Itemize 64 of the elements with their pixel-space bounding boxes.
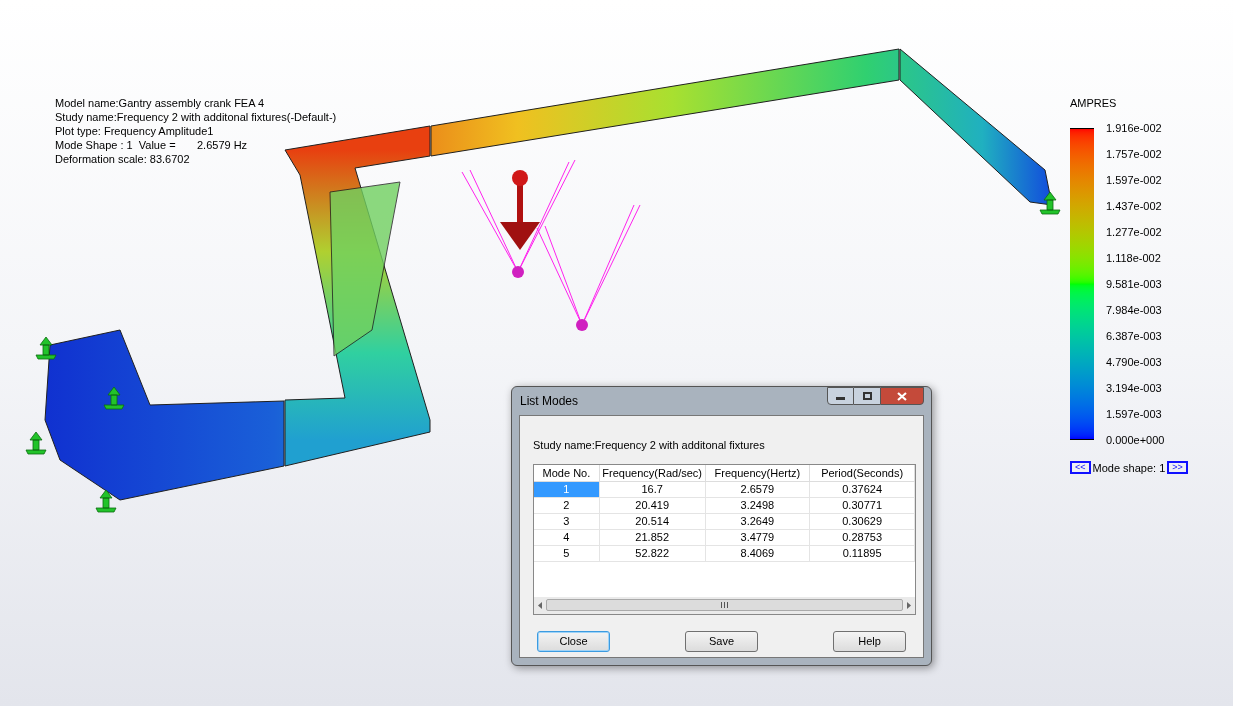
table-cell: 0.28753 xyxy=(810,529,915,545)
table-cell: 4 xyxy=(534,529,600,545)
column-header[interactable]: Period(Seconds) xyxy=(810,464,915,481)
legend-value: 1.118e-002 xyxy=(1106,251,1162,264)
legend-value: 7.984e-003 xyxy=(1106,303,1163,316)
plot-info-text: Model name:Gantry assembly crank FEA 4 xyxy=(55,96,266,110)
plot-info-text: Study name:Frequency 2 with additonal fixtures(-Default-) xyxy=(55,110,337,124)
plot-info-text: Deformation scale: 83.6702 xyxy=(55,152,191,166)
dialog-title: List Modes xyxy=(520,393,580,410)
table-cell: 0.11895 xyxy=(810,545,915,561)
legend-value: 0.000e+000 xyxy=(1106,433,1165,446)
table-row[interactable]: 2 20.419 3.2498 0.30771 xyxy=(534,497,915,514)
plot-info-text: Mode Shape : 1 Value = 2.6579 Hz xyxy=(55,138,249,152)
legend-value: 1.437e-002 xyxy=(1106,199,1163,212)
legend-value: 1.916e-002 xyxy=(1106,121,1163,134)
legend-value: 1.597e-002 xyxy=(1106,173,1163,186)
column-header[interactable]: Mode No. xyxy=(534,464,600,481)
table-cell: 0.30629 xyxy=(810,513,915,529)
column-header[interactable]: Frequency(Hertz) xyxy=(705,464,811,481)
table-row[interactable]: 4 21.852 3.4779 0.28753 xyxy=(534,529,915,546)
table-cell: 3 xyxy=(534,513,600,529)
table-row[interactable]: 1 16.7 2.6579 0.37624 xyxy=(534,481,915,498)
maximize-button[interactable] xyxy=(854,387,880,405)
table-cell: 2 xyxy=(534,497,600,513)
dialog-button[interactable]: Help xyxy=(833,630,906,652)
table-row[interactable]: 5 52.822 8.4069 0.11895 xyxy=(534,545,915,562)
table-cell: 0.37624 xyxy=(810,481,915,497)
dialog-button[interactable]: Save xyxy=(685,630,758,652)
table-cell: 20.419 xyxy=(599,497,706,513)
close-icon xyxy=(897,391,907,401)
legend-value: 1.597e-003 xyxy=(1106,407,1163,420)
legend-value: 3.194e-003 xyxy=(1106,381,1163,394)
table-cell: 3.2498 xyxy=(705,497,811,513)
table-cell: 20.514 xyxy=(599,513,706,529)
column-header[interactable]: Frequency(Rad/sec) xyxy=(599,464,706,481)
table-cell: 0.30771 xyxy=(810,497,915,513)
minimize-button[interactable] xyxy=(827,387,854,405)
table-cell: 52.822 xyxy=(599,545,706,561)
plot-info-text: Plot type: Frequency Amplitude1 xyxy=(55,124,215,138)
legend-value: 6.387e-003 xyxy=(1106,329,1163,342)
legend-title: AMPRES xyxy=(1070,96,1118,111)
legend-value: 1.277e-002 xyxy=(1106,225,1163,238)
previous-mode-button[interactable]: << xyxy=(1070,461,1091,475)
table-row[interactable]: 3 20.514 3.2649 0.30629 xyxy=(534,513,915,530)
table-cell: 3.4779 xyxy=(705,529,811,545)
table-cell: 8.4069 xyxy=(705,545,811,561)
table-cell: 16.7 xyxy=(599,481,706,497)
legend-value: 4.790e-003 xyxy=(1106,355,1163,368)
table-cell: 2.6579 xyxy=(705,481,811,497)
scrollbar-thumb[interactable] xyxy=(546,599,903,611)
close-window-button[interactable] xyxy=(880,387,924,405)
dialog-button[interactable]: Close xyxy=(537,630,610,652)
legend-value: 9.581e-003 xyxy=(1106,277,1163,290)
table-cell: 3.2649 xyxy=(705,513,811,529)
table-cell: 5 xyxy=(534,545,600,561)
mode-shape-label: Mode shape: 1 xyxy=(1092,460,1166,476)
table-cell: 21.852 xyxy=(599,529,706,545)
legend-value: 1.757e-002 xyxy=(1106,147,1163,160)
scroll-left-icon xyxy=(538,601,542,609)
study-name-text: Study name:Frequency 2 with additonal fixtures xyxy=(533,438,766,453)
horizontal-scrollbar[interactable] xyxy=(534,596,915,614)
scroll-right-icon xyxy=(907,601,911,609)
grip-icon xyxy=(721,602,728,608)
next-mode-button[interactable]: >> xyxy=(1167,461,1188,475)
